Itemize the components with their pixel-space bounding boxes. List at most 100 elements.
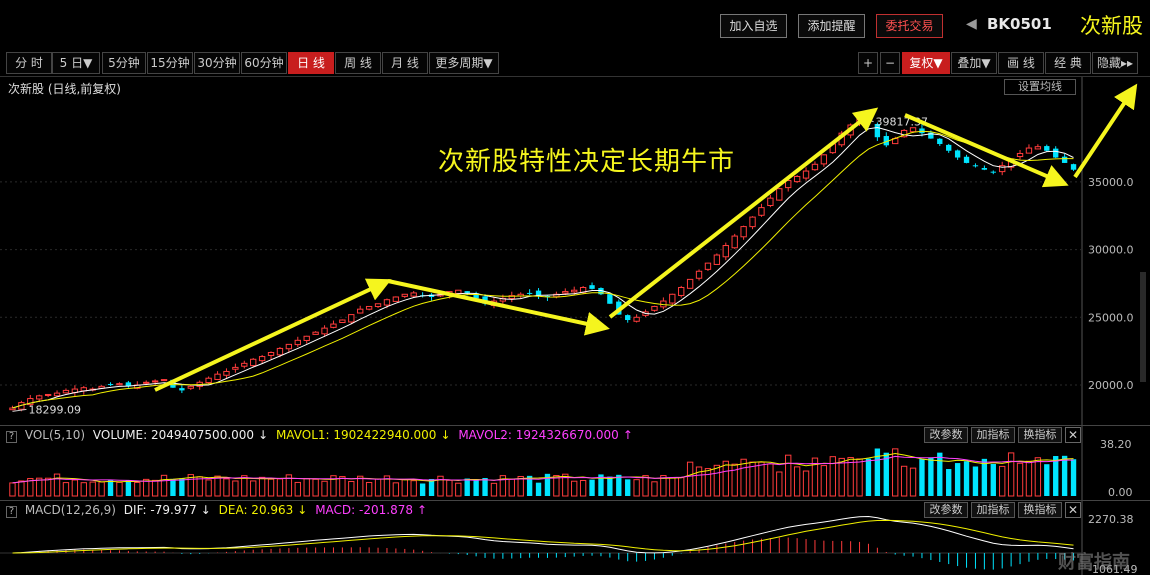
period-30min-button[interactable]: 30分钟 <box>194 52 240 74</box>
close-icon[interactable]: ✕ <box>1065 502 1081 518</box>
dea-value: DEA: 20.963 <box>218 503 294 517</box>
period-60min-button[interactable]: 60分钟 <box>241 52 287 74</box>
candle <box>401 293 408 297</box>
macd-panel[interactable]: 2270.38 -1061.49 ? MACD(12,26,9) DIF: -79… <box>0 500 1150 575</box>
macd-value: MACD: -201.878 <box>315 503 413 517</box>
help-icon[interactable]: ? <box>6 506 17 518</box>
volume-bar <box>294 481 301 497</box>
add-watchlist-button[interactable]: 加入自选 <box>720 14 787 38</box>
candle <box>455 289 462 295</box>
add-indicator-button[interactable]: 加指标 <box>971 502 1015 518</box>
candle <box>981 168 988 170</box>
candle <box>1016 152 1024 158</box>
candle <box>312 331 319 335</box>
volume-bar <box>482 478 488 496</box>
volume-bar <box>722 460 729 497</box>
period-5day-button[interactable]: 5 日▼ <box>52 52 100 74</box>
volume-bar <box>919 458 925 496</box>
volume-bar <box>312 478 319 497</box>
volume-bar <box>758 461 765 497</box>
volume-tick-top: 38.20 <box>1100 438 1132 451</box>
down-arrow-icon: ↓ <box>440 428 451 442</box>
candle <box>339 319 346 324</box>
candle <box>205 377 212 384</box>
candle <box>526 292 533 294</box>
candle <box>704 262 712 270</box>
volume-bar <box>579 479 587 497</box>
main-chart-panel[interactable]: 35000.0 30000.0 25000.0 20000.0 39817.37 1829… <box>0 76 1150 426</box>
edit-params-button[interactable]: 改参数 <box>924 502 968 518</box>
candle <box>972 165 979 167</box>
trend-arrow <box>154 278 392 392</box>
volume-bar <box>963 461 970 496</box>
volume-bar <box>999 465 1006 497</box>
volume-bar <box>276 478 284 497</box>
volume-bar <box>776 471 783 497</box>
volume-bar <box>508 478 515 497</box>
volume-bar <box>704 468 712 497</box>
volume-bar <box>9 482 16 497</box>
volume-bar <box>250 480 257 497</box>
switch-indicator-button[interactable]: 换指标 <box>1018 427 1062 443</box>
add-indicator-button[interactable]: 加指标 <box>971 427 1015 443</box>
volume-bar <box>1061 455 1068 496</box>
candle <box>214 373 221 380</box>
volume-bar <box>972 466 979 496</box>
close-icon[interactable]: ✕ <box>1065 427 1081 443</box>
volume-bar <box>981 458 988 496</box>
candle <box>232 366 239 370</box>
entrust-trade-button[interactable]: 委托交易 <box>876 14 943 38</box>
period-5min-button[interactable]: 5分钟 <box>102 52 146 74</box>
up-arrow-icon: ↑ <box>416 503 428 517</box>
classic-button[interactable]: 经 典 <box>1045 52 1091 74</box>
mavol1-value: MAVOL1: 1902422940.000 <box>275 428 437 442</box>
period-weekly-button[interactable]: 周 线 <box>335 52 381 74</box>
help-icon[interactable]: ? <box>6 431 17 443</box>
volume-bar <box>464 478 470 496</box>
candle <box>686 278 694 289</box>
down-arrow-icon: ↓ <box>200 503 211 517</box>
candle <box>348 314 355 323</box>
candlestick-chart[interactable]: 35000.030000.025000.020000.039817.371829… <box>0 77 1150 426</box>
edit-params-button[interactable]: 改参数 <box>924 427 968 443</box>
adjust-rights-button[interactable]: 复权▼ <box>902 52 950 74</box>
draw-line-button[interactable]: 画 线 <box>998 52 1044 74</box>
period-daily-button[interactable]: 日 线 <box>288 52 334 74</box>
add-alert-button[interactable]: 添加提醒 <box>798 14 865 38</box>
period-15min-button[interactable]: 15分钟 <box>147 52 193 74</box>
volume-bar <box>89 481 96 497</box>
volume-panel[interactable]: 38.20 0.00 ? VOL(5,10) VOLUME: 2049407500… <box>0 425 1150 501</box>
candle <box>116 383 123 386</box>
overlay-button[interactable]: 叠加▼ <box>951 52 997 74</box>
volume-bar <box>820 465 828 497</box>
macd-indicator-name[interactable]: MACD(12,26,9) <box>25 503 116 517</box>
volume-bar <box>633 479 640 497</box>
candle <box>107 384 114 386</box>
period-monthly-button[interactable]: 月 线 <box>382 52 428 74</box>
down-arrow-icon: ↓ <box>297 503 308 517</box>
candle <box>36 395 43 400</box>
volume-bar <box>946 469 952 496</box>
switch-indicator-button[interactable]: 换指标 <box>1018 502 1062 518</box>
volume-bar <box>1025 460 1033 497</box>
period-more-button[interactable]: 更多周期▼ <box>429 52 499 74</box>
candle <box>1025 147 1033 154</box>
candle <box>321 327 328 335</box>
volume-indicator-name[interactable]: VOL(5,10) <box>25 428 85 442</box>
price-tick-label: 30000.0 <box>1088 244 1134 257</box>
period-timeshare-button[interactable]: 分 时 <box>6 52 52 74</box>
volume-bar <box>196 476 203 497</box>
period-toolbar: 分 时 5 日▼ 5分钟 15分钟 30分钟 60分钟 日 线 周 线 月 线 … <box>0 50 1150 76</box>
candle <box>9 407 16 411</box>
candle <box>374 303 382 308</box>
candle <box>143 381 150 384</box>
prev-stock-icon[interactable]: ◀ <box>966 16 977 32</box>
candle <box>571 289 578 293</box>
volume-bar <box>856 458 863 497</box>
candle <box>1044 146 1050 151</box>
ma-settings-button[interactable]: 设置均线 <box>1004 79 1076 95</box>
hide-button[interactable]: 隐藏▸▸ <box>1092 52 1138 74</box>
candle <box>187 385 194 389</box>
zoom-in-button[interactable]: + <box>858 52 878 74</box>
zoom-out-button[interactable]: − <box>880 52 900 74</box>
